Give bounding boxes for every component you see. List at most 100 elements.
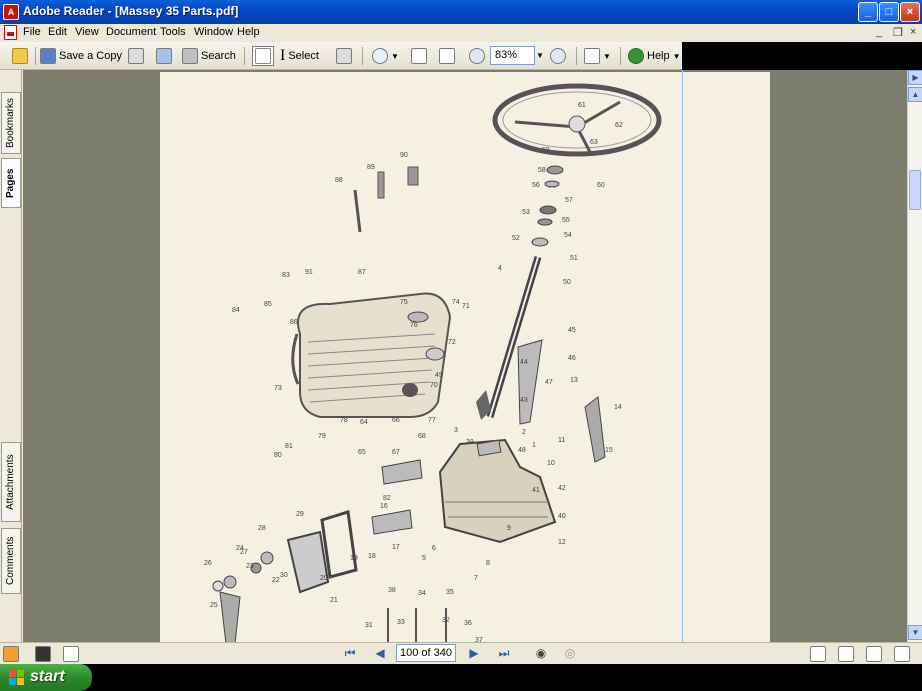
column-washer — [546, 165, 564, 175]
part-callout: 91 — [305, 269, 313, 276]
menu-document[interactable]: Document — [106, 26, 156, 38]
zoom-dropdown-button[interactable]: ▼ — [535, 46, 545, 65]
next-view-button[interactable]: ◎ — [562, 645, 578, 661]
part-callout: 33 — [397, 619, 405, 626]
open-button[interactable] — [12, 46, 28, 66]
snapshot-button[interactable] — [336, 46, 352, 66]
facing-page-icon[interactable] — [866, 646, 882, 662]
part-callout: 7 — [474, 575, 478, 582]
previous-view-button[interactable]: ◉ — [533, 645, 549, 661]
column-washer — [537, 218, 553, 226]
search-button[interactable]: Search — [182, 46, 236, 66]
continuous-page-icon[interactable] — [838, 646, 854, 662]
chevron-down-icon: ▼ — [672, 51, 681, 61]
windows-logo-icon — [9, 670, 24, 685]
select-tool-button[interactable]: I Select — [280, 46, 319, 66]
scroll-right-arrow[interactable]: ▶ — [908, 70, 922, 85]
first-page-button[interactable]: ⏮ — [342, 645, 358, 661]
scroll-up-arrow[interactable]: ▲ — [908, 87, 922, 102]
part-callout: 20 — [320, 575, 328, 582]
print-button[interactable] — [128, 46, 144, 66]
page-number-input[interactable]: 100 of 340 — [396, 644, 456, 662]
part-callout: 54 — [564, 232, 572, 239]
zoom-out-button[interactable] — [469, 46, 485, 66]
close-button[interactable]: × — [900, 2, 920, 22]
help-button[interactable]: Help ▼ — [628, 46, 681, 66]
single-page-icon[interactable] — [810, 646, 826, 662]
part-callout: 62 — [615, 122, 623, 129]
text-cursor-icon: I — [280, 47, 286, 64]
part-callout: 44 — [520, 359, 528, 366]
binoculars-icon — [182, 48, 198, 64]
last-page-button[interactable]: ⏭ — [496, 645, 512, 661]
part-callout: 78 — [340, 417, 348, 424]
page-thumbnail-icon[interactable] — [35, 646, 51, 662]
plus-icon — [550, 48, 566, 64]
save-copy-button[interactable]: Save a Copy — [40, 46, 122, 66]
part-callout: 5 — [422, 555, 426, 562]
toolbar-separator — [576, 47, 577, 65]
column-bearing — [539, 205, 557, 215]
part-callout: 2 — [522, 429, 526, 436]
menu-help[interactable]: Help — [237, 26, 260, 38]
part-callout: 40 — [558, 513, 566, 520]
fit-width-button[interactable] — [439, 46, 455, 66]
scroll-down-arrow[interactable]: ▼ — [908, 625, 922, 640]
part-callout: 89 — [367, 164, 375, 171]
tab-comments[interactable]: Comments — [1, 528, 21, 594]
continuous-facing-icon[interactable] — [894, 646, 910, 662]
document-properties-icon[interactable] — [63, 646, 79, 662]
zoom-tool-button[interactable]: ▼ — [372, 46, 399, 66]
part-callout: 45 — [568, 327, 576, 334]
menu-file[interactable]: File — [23, 26, 41, 38]
part-callout: 6 — [432, 545, 436, 552]
menu-window[interactable]: Window — [194, 26, 233, 38]
email-button[interactable] — [156, 46, 172, 66]
part-callout: 26 — [204, 560, 212, 567]
tank-boss — [425, 347, 445, 361]
hand-tool-button[interactable] — [252, 46, 274, 66]
part-callout: 41 — [532, 487, 540, 494]
part-callout: 86 — [290, 319, 298, 326]
minimize-button[interactable]: _ — [858, 2, 878, 22]
maximize-button[interactable]: □ — [879, 2, 899, 22]
part-callout: 87 — [358, 269, 366, 276]
tab-pages[interactable]: Pages — [1, 158, 21, 208]
fit-page-icon — [411, 48, 427, 64]
tab-attachments[interactable]: Attachments — [1, 442, 21, 522]
scroll-thumb[interactable] — [909, 170, 921, 210]
page-edge — [682, 70, 683, 642]
zoom-in-button[interactable] — [550, 46, 566, 66]
status-bar — [0, 642, 922, 664]
toolbar-separator — [620, 47, 621, 65]
menu-view[interactable]: View — [75, 26, 99, 38]
zoom-input[interactable]: 83% — [490, 46, 535, 65]
washer — [223, 575, 237, 589]
email-icon — [156, 48, 172, 64]
part-callout: 28 — [258, 525, 266, 532]
part-callout: 63 — [590, 139, 598, 146]
previous-page-button[interactable]: ◀ — [372, 645, 388, 661]
doc-restore-button[interactable]: ❐ — [893, 26, 903, 39]
tab-bookmarks[interactable]: Bookmarks — [1, 92, 21, 154]
part-callout: 27 — [240, 549, 248, 556]
part-callout: 46 — [568, 355, 576, 362]
cross-shaft — [371, 509, 413, 535]
page-rotate-icon — [584, 48, 600, 64]
toolbar-blank-area — [682, 42, 922, 70]
wheel-spoke — [514, 120, 578, 129]
sector-shaft — [381, 459, 423, 485]
document-view[interactable]: 61 62 63 59 58 57 56 55 54 53 52 51 50 4 60 89 90 88 87 83 9… — [23, 70, 907, 642]
next-page-button[interactable]: ▶ — [466, 645, 482, 661]
menu-tools[interactable]: Tools — [160, 26, 186, 38]
doc-close-button[interactable]: × — [910, 26, 916, 38]
title-bar: A Adobe Reader - [Massey 35 Parts.pdf] _… — [0, 0, 922, 24]
fit-page-button[interactable] — [411, 46, 427, 66]
menu-edit[interactable]: Edit — [48, 26, 67, 38]
start-button[interactable]: start — [0, 664, 92, 691]
part-callout: 75 — [400, 299, 408, 306]
doc-minimize-button[interactable]: _ — [876, 26, 882, 38]
vertical-scrollbar[interactable]: ▶ ▲ ▼ — [907, 70, 922, 642]
rotate-view-button[interactable]: ▼ — [584, 46, 611, 66]
part-callout: 4 — [498, 265, 502, 272]
